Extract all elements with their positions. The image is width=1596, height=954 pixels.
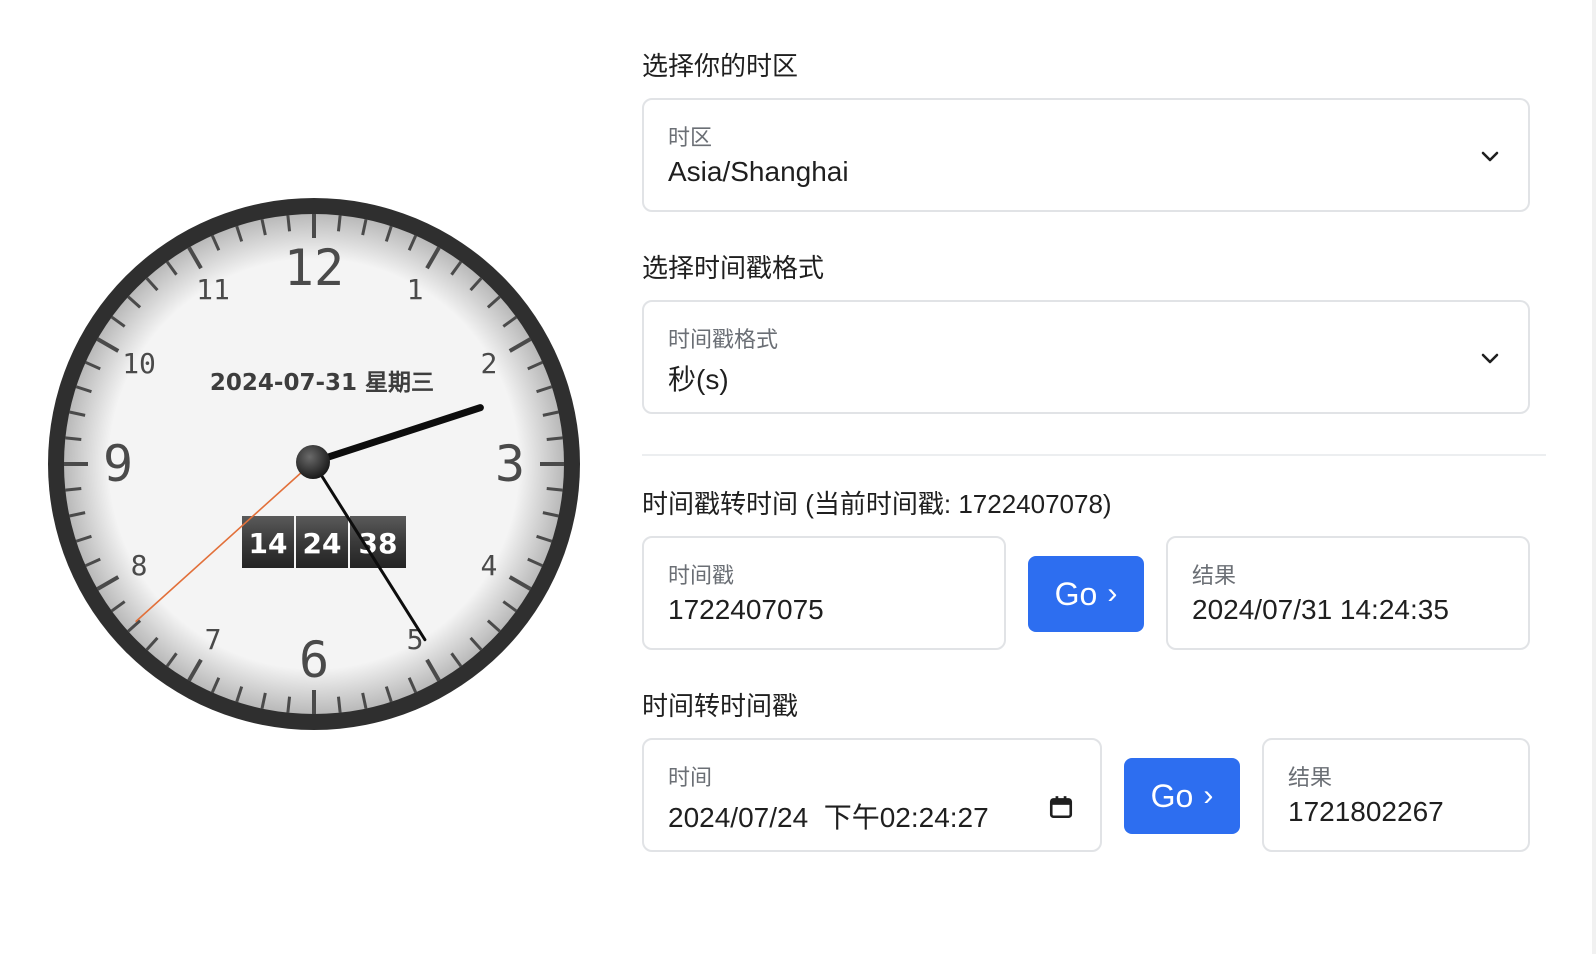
clock-numeral-12: 12 — [284, 239, 344, 297]
divider — [642, 454, 1546, 456]
format-field-label: 时间戳格式 — [668, 327, 779, 352]
chevron-right-icon: › — [1107, 577, 1118, 610]
clock-tick — [546, 436, 563, 442]
datetime-input[interactable]: 时间 2024/07/24 下午02:24:27 — [642, 738, 1102, 852]
analog-clock: 12 1234567891011 2024-07-31 星期三 14 24 38 — [48, 198, 580, 730]
clock-numeral-3: 3 — [495, 435, 525, 493]
digital-hours: 14 — [249, 527, 288, 560]
ts-to-time-section-title: 时间戳转时间 (当前时间戳: 1722407078) — [642, 489, 1112, 519]
result-label: 结果 — [1192, 563, 1237, 588]
digital-minutes: 24 — [303, 527, 342, 560]
chevron-down-icon[interactable] — [1478, 346, 1502, 370]
clock-tick — [336, 215, 342, 232]
timestamp-input-value: 1722407075 — [668, 594, 824, 625]
clock-numeral-11: 11 — [196, 273, 230, 306]
clock-numeral-9: 9 — [103, 435, 133, 493]
clock-date: 2024-07-31 星期三 — [210, 370, 434, 396]
clock-numeral-8: 8 — [131, 549, 148, 582]
chevron-right-icon: › — [1203, 779, 1214, 812]
ts-to-time-result-value: 2024/07/31 14:24:35 — [1192, 594, 1449, 625]
time-to-ts-result-value: 1721802267 — [1288, 796, 1444, 827]
format-select[interactable]: 时间戳格式 秒(s) — [642, 300, 1530, 414]
clock-tick — [65, 436, 82, 442]
time-to-ts-go-button[interactable]: Go › — [1124, 758, 1240, 834]
clock-numeral-10: 10 — [122, 347, 156, 380]
clock-tick — [286, 215, 292, 232]
time-to-ts-section-title: 时间转时间戳 — [642, 691, 799, 721]
chevron-down-icon[interactable] — [1478, 144, 1502, 168]
clock-tick — [336, 696, 342, 713]
timezone-section-title: 选择你的时区 — [642, 51, 799, 81]
format-value: 秒(s) — [668, 364, 729, 395]
timezone-field-label: 时区 — [668, 125, 713, 150]
clock-tick — [65, 486, 82, 492]
datetime-input-value: 2024/07/24 下午02:24:27 — [668, 802, 989, 833]
timezone-select[interactable]: 时区 Asia/Shanghai — [642, 98, 1530, 212]
ts-to-time-go-button[interactable]: Go › — [1028, 556, 1144, 632]
scrollbar[interactable] — [1592, 0, 1596, 954]
timezone-value: Asia/Shanghai — [668, 156, 849, 187]
calendar-icon[interactable] — [1048, 794, 1074, 820]
clock-hub — [296, 445, 330, 479]
clock-numeral-2: 2 — [481, 347, 498, 380]
digital-time: 14 24 38 — [242, 516, 406, 568]
time-to-ts-result[interactable]: 结果 1721802267 — [1262, 738, 1530, 852]
clock-tick — [286, 696, 292, 713]
go-button-label: Go — [1150, 777, 1194, 814]
clock-numeral-7: 7 — [205, 623, 222, 656]
clock-numeral-4: 4 — [481, 549, 498, 582]
clock-numeral-1: 1 — [407, 273, 424, 306]
clock-numeral-6: 6 — [299, 631, 329, 689]
ts-to-time-result[interactable]: 结果 2024/07/31 14:24:35 — [1166, 536, 1530, 650]
datetime-input-label: 时间 — [668, 765, 713, 790]
result-label: 结果 — [1288, 765, 1333, 790]
timestamp-input[interactable]: 时间戳 1722407075 — [642, 536, 1006, 650]
go-button-label: Go — [1054, 575, 1098, 612]
converter-panel: 选择你的时区 时区 Asia/Shanghai 选择时间戳格式 时间戳格式 秒(… — [642, 0, 1546, 954]
clock-numeral-5: 5 — [407, 623, 424, 656]
timestamp-input-label: 时间戳 — [668, 563, 735, 588]
format-section-title: 选择时间戳格式 — [642, 253, 825, 283]
clock-tick — [546, 486, 563, 492]
